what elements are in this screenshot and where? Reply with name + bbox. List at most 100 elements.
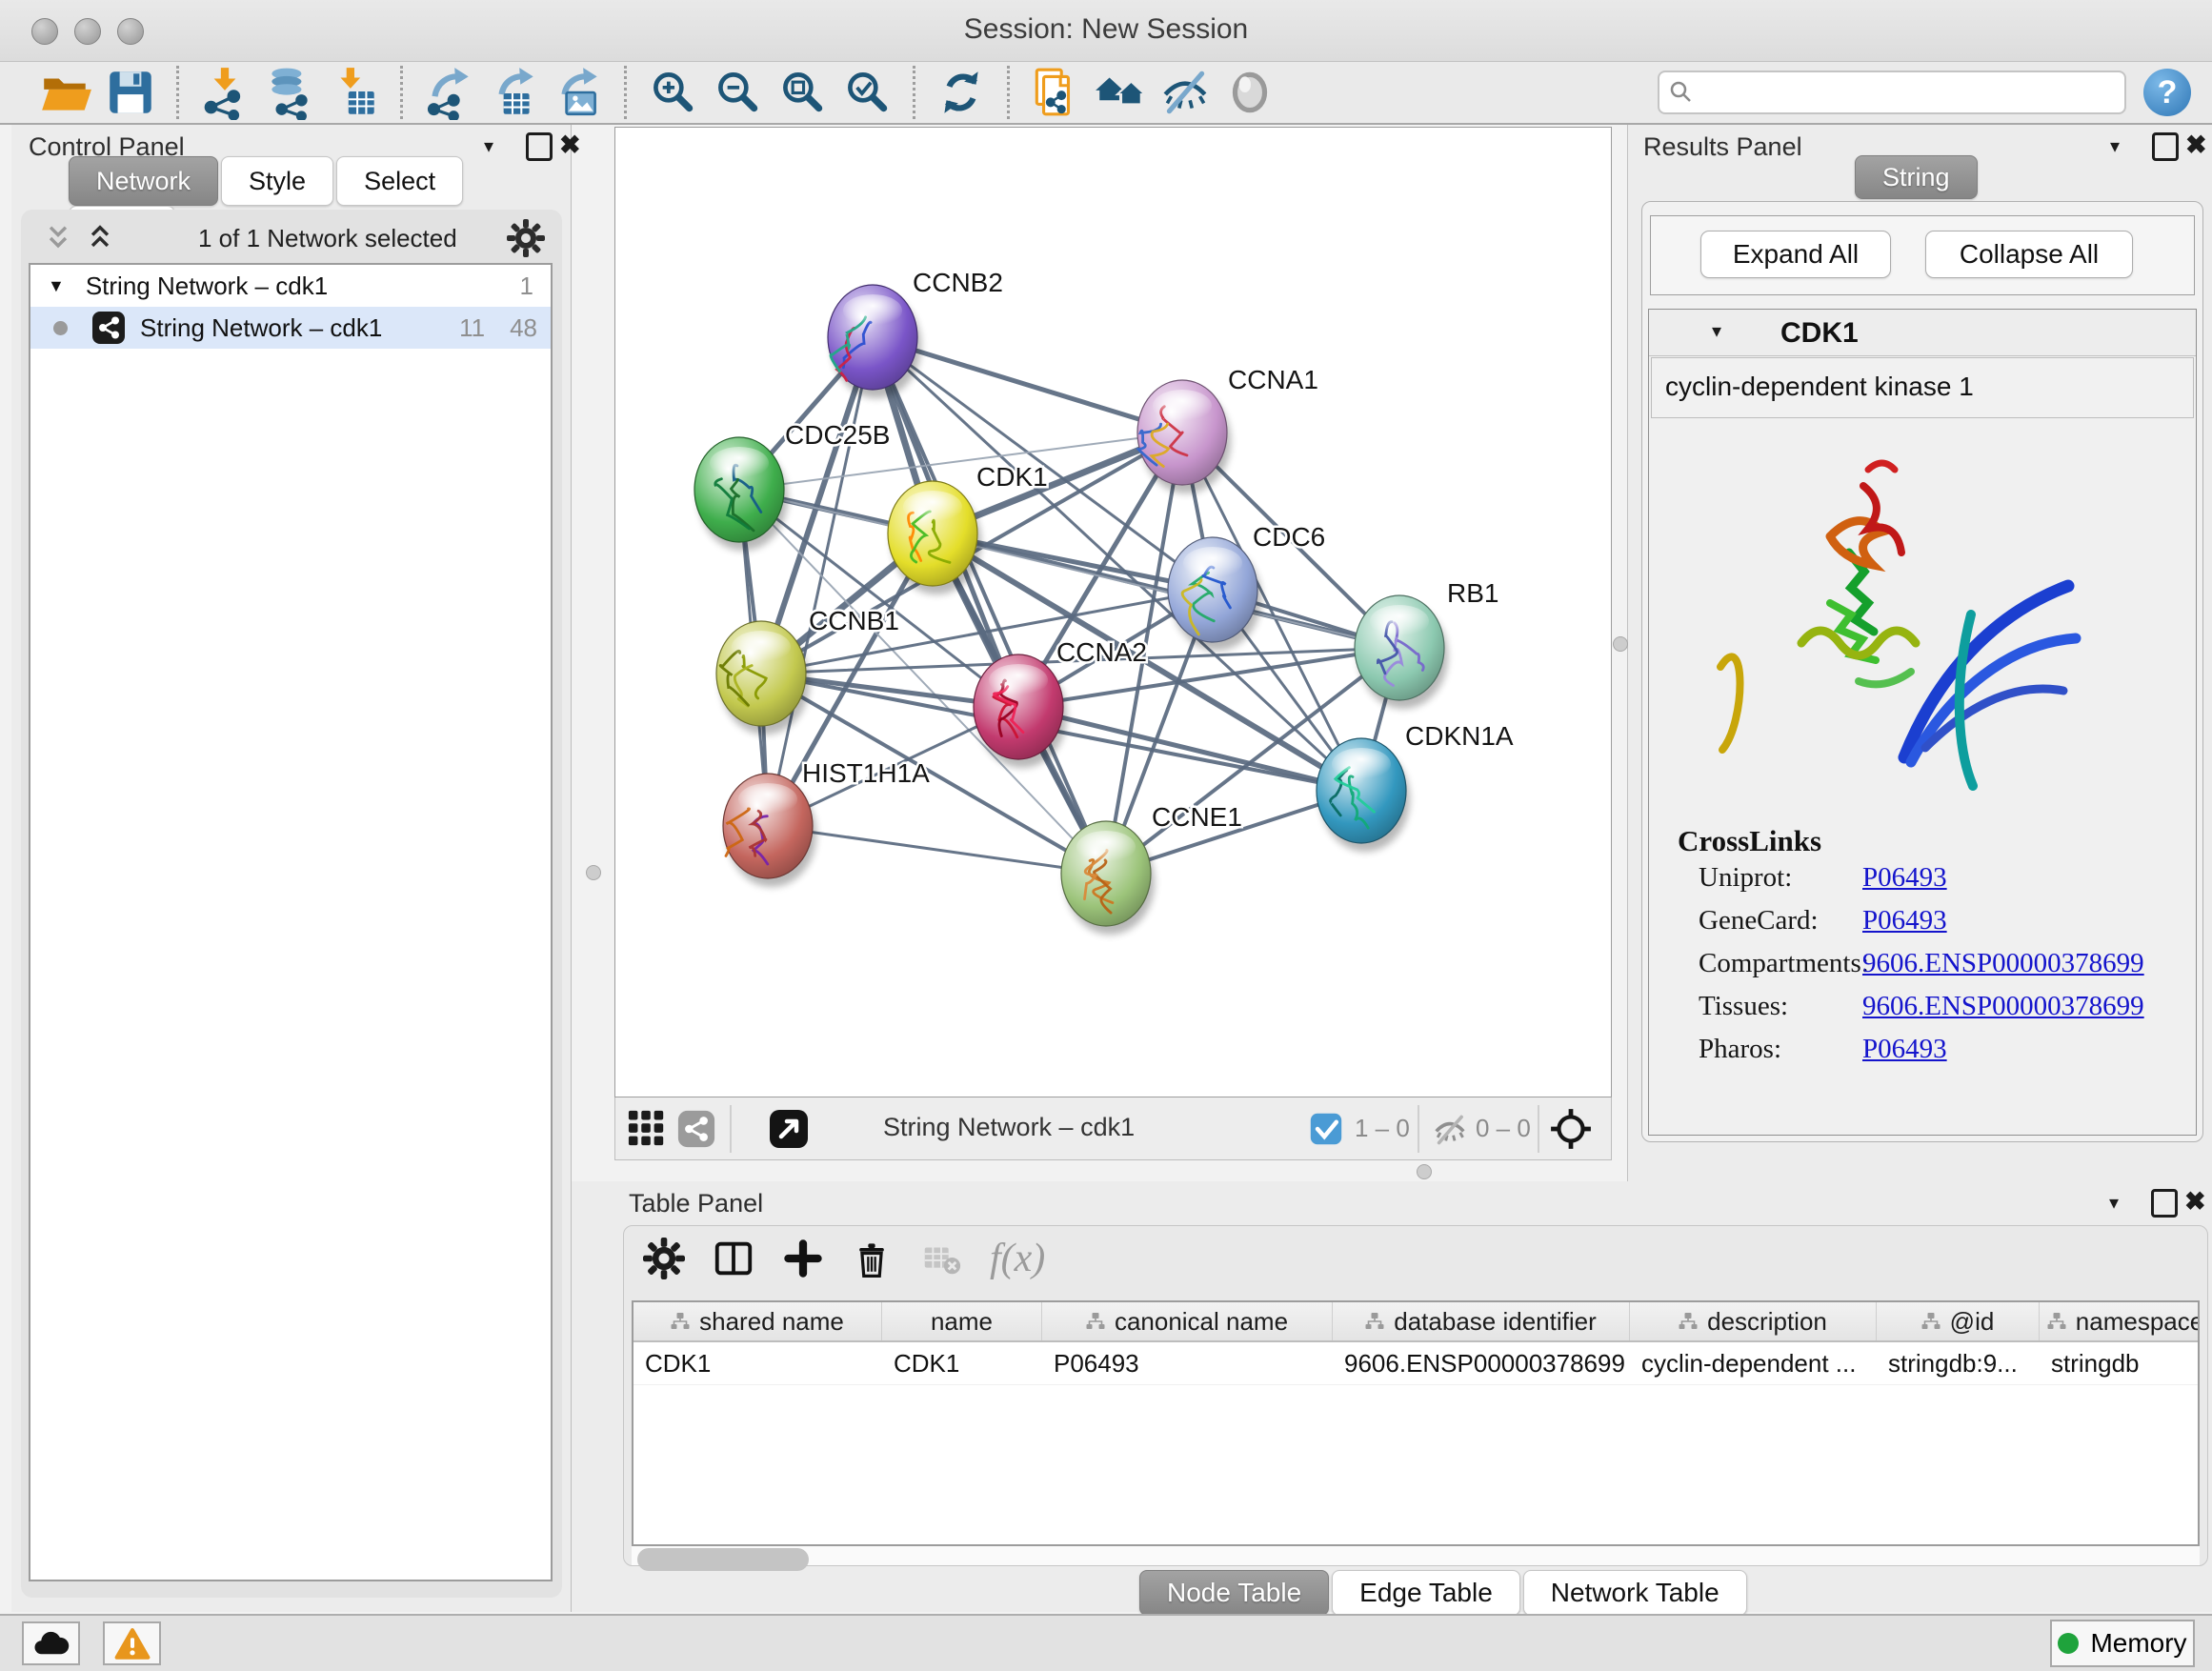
table-panel-title: Table Panel xyxy=(629,1189,763,1218)
column-header-name[interactable]: name xyxy=(882,1302,1042,1340)
refresh-icon[interactable] xyxy=(934,65,989,120)
right-splitter-handle[interactable] xyxy=(1613,636,1628,652)
tree-caret-icon[interactable]: ▼ xyxy=(48,276,65,296)
node-CDKN1A[interactable]: CDKN1A xyxy=(1317,721,1514,852)
table-panel-collapse-icon[interactable]: ▾ xyxy=(2109,1191,2119,1215)
zoom-fit-icon[interactable] xyxy=(774,65,830,120)
document-share-icon[interactable] xyxy=(1028,65,1083,120)
table-panel-close-icon[interactable]: ✖ xyxy=(2184,1189,2206,1215)
column-header-canonical-name[interactable]: canonical name xyxy=(1042,1302,1333,1340)
network-tree-row[interactable]: ▼String Network – cdk11 xyxy=(30,265,551,307)
tab-edge-table[interactable]: Edge Table xyxy=(1332,1570,1520,1616)
string-network-icon[interactable] xyxy=(676,1109,716,1149)
cloud-button[interactable] xyxy=(22,1621,80,1665)
table-cell[interactable]: CDK1 xyxy=(882,1349,1042,1379)
table-row[interactable]: CDK1CDK1P064939606.ENSP00000378699cyclin… xyxy=(633,1342,2198,1385)
search-input[interactable] xyxy=(1658,70,2126,114)
warnings-button[interactable] xyxy=(103,1621,161,1665)
tab-network[interactable]: Network xyxy=(69,156,218,206)
import-from-database-icon[interactable] xyxy=(262,65,317,120)
warning-icon xyxy=(114,1626,151,1661)
collapse-all-icon[interactable] xyxy=(42,222,74,254)
export-network-icon[interactable] xyxy=(421,65,476,120)
node-CDK1[interactable]: CDK1 xyxy=(888,462,1048,594)
table-cell[interactable]: CDK1 xyxy=(633,1349,882,1379)
tab-string[interactable]: String xyxy=(1855,155,1978,199)
zoom-out-icon[interactable] xyxy=(710,65,765,120)
scrollbar-thumb[interactable] xyxy=(637,1548,809,1571)
table-cell[interactable]: 9606.ENSP00000378699 xyxy=(1333,1349,1630,1379)
tab-style[interactable]: Style xyxy=(221,156,333,206)
collapse-all-button[interactable]: Collapse All xyxy=(1925,231,2133,278)
node-CCNA1[interactable]: CCNA1 xyxy=(1137,365,1318,493)
protein-structure-image xyxy=(1687,443,2106,824)
results-panel-collapse-icon[interactable]: ▾ xyxy=(2110,134,2120,158)
function-builder-icon[interactable]: f(x) xyxy=(990,1236,1045,1281)
gene-section-caret-icon[interactable]: ▾ xyxy=(1712,319,1721,343)
zoom-selected-icon[interactable] xyxy=(839,65,895,120)
network-options-gear-icon[interactable] xyxy=(507,219,545,257)
crosslink-genecard-[interactable]: P06493 xyxy=(1862,905,1947,948)
tab-node-table[interactable]: Node Table xyxy=(1139,1570,1329,1616)
column-header-namespace[interactable]: namespace xyxy=(2040,1302,2200,1340)
table-panel-float-icon[interactable] xyxy=(2151,1189,2178,1218)
table-panel: Table Panel ▾ ✖ xyxy=(572,1181,2212,1612)
help-button[interactable]: ? xyxy=(2143,69,2191,116)
edge-HIST1H1A-CCNE1[interactable] xyxy=(768,826,1106,874)
edge-CCNB2-CCNE1[interactable] xyxy=(873,337,1106,874)
hide-selected-icon[interactable] xyxy=(1157,65,1213,120)
left-splitter-handle[interactable] xyxy=(586,865,601,880)
tab-select[interactable]: Select xyxy=(336,156,463,206)
node-CCNE1[interactable]: CCNE1 xyxy=(1061,802,1242,935)
node-RB1[interactable]: RB1 xyxy=(1355,578,1498,709)
homes-icon[interactable] xyxy=(1093,65,1148,120)
network-canvas[interactable]: CCNB2CCNA1CDC25BCDK1CDC6RB1CCNB1CCNA2CDK… xyxy=(614,127,1612,1097)
crosslink-tissues-[interactable]: 9606.ENSP00000378699 xyxy=(1862,991,2144,1034)
bottom-splitter-handle[interactable] xyxy=(1417,1164,1432,1179)
export-image-icon[interactable] xyxy=(551,65,606,120)
crosslink-uniprot-[interactable]: P06493 xyxy=(1862,862,1947,905)
network-tree-row[interactable]: String Network – cdk11148 xyxy=(30,307,551,349)
results-panel-close-icon[interactable]: ✖ xyxy=(2185,132,2207,158)
table-cell[interactable]: P06493 xyxy=(1042,1349,1333,1379)
show-all-icon[interactable] xyxy=(1222,65,1277,120)
control-panel-collapse-icon[interactable]: ▾ xyxy=(484,134,493,158)
add-column-icon[interactable] xyxy=(782,1238,824,1279)
expand-all-button[interactable]: Expand All xyxy=(1700,231,1891,278)
delete-column-icon[interactable] xyxy=(851,1238,893,1279)
expand-all-icon[interactable] xyxy=(84,222,116,254)
open-session-icon[interactable] xyxy=(38,65,93,120)
import-table-icon[interactable] xyxy=(327,65,382,120)
table-cell[interactable]: stringdb:9... xyxy=(1877,1349,2040,1379)
node-CDC6[interactable]: CDC6 xyxy=(1168,522,1325,651)
column-header-description[interactable]: description xyxy=(1630,1302,1877,1340)
table-horizontal-scrollbar[interactable] xyxy=(632,1546,2200,1565)
node-HIST1H1A[interactable]: HIST1H1A xyxy=(723,758,930,887)
crosslink-pharos-[interactable]: P06493 xyxy=(1862,1034,1947,1077)
grid-view-icon[interactable] xyxy=(627,1109,667,1149)
save-session-icon[interactable] xyxy=(103,65,158,120)
column-type-icon xyxy=(1679,1312,1698,1331)
memory-button[interactable]: Memory xyxy=(2050,1620,2195,1667)
tab-network-table[interactable]: Network Table xyxy=(1523,1570,1747,1616)
zoom-in-icon[interactable] xyxy=(645,65,700,120)
table-cell[interactable]: stringdb xyxy=(2040,1349,2200,1379)
delete-table-icon[interactable] xyxy=(919,1237,963,1280)
table-cell[interactable]: cyclin-dependent ... xyxy=(1630,1349,1877,1379)
results-panel-float-icon[interactable] xyxy=(2152,132,2179,161)
export-table-icon[interactable] xyxy=(486,65,541,120)
import-network-icon[interactable] xyxy=(197,65,252,120)
open-in-new-window-icon[interactable] xyxy=(768,1108,810,1150)
control-panel-close-icon[interactable]: ✖ xyxy=(559,132,581,158)
column-header-database-identifier[interactable]: database identifier xyxy=(1333,1302,1630,1340)
column-label: namespace xyxy=(2076,1307,2200,1337)
selected-checkbox-icon[interactable] xyxy=(1309,1112,1343,1146)
show-columns-icon[interactable] xyxy=(712,1237,755,1280)
birds-eye-view-icon[interactable] xyxy=(1549,1107,1593,1151)
gene-section-header[interactable]: ▾ CDK1 xyxy=(1649,310,2196,356)
network-tree: ▼String Network – cdk11String Network – … xyxy=(29,263,553,1581)
column-header--id[interactable]: @id xyxy=(1877,1302,2040,1340)
crosslink-compartments-[interactable]: 9606.ENSP00000378699 xyxy=(1862,948,2144,991)
table-options-gear-icon[interactable] xyxy=(643,1238,685,1279)
column-header-shared-name[interactable]: shared name xyxy=(633,1302,882,1340)
